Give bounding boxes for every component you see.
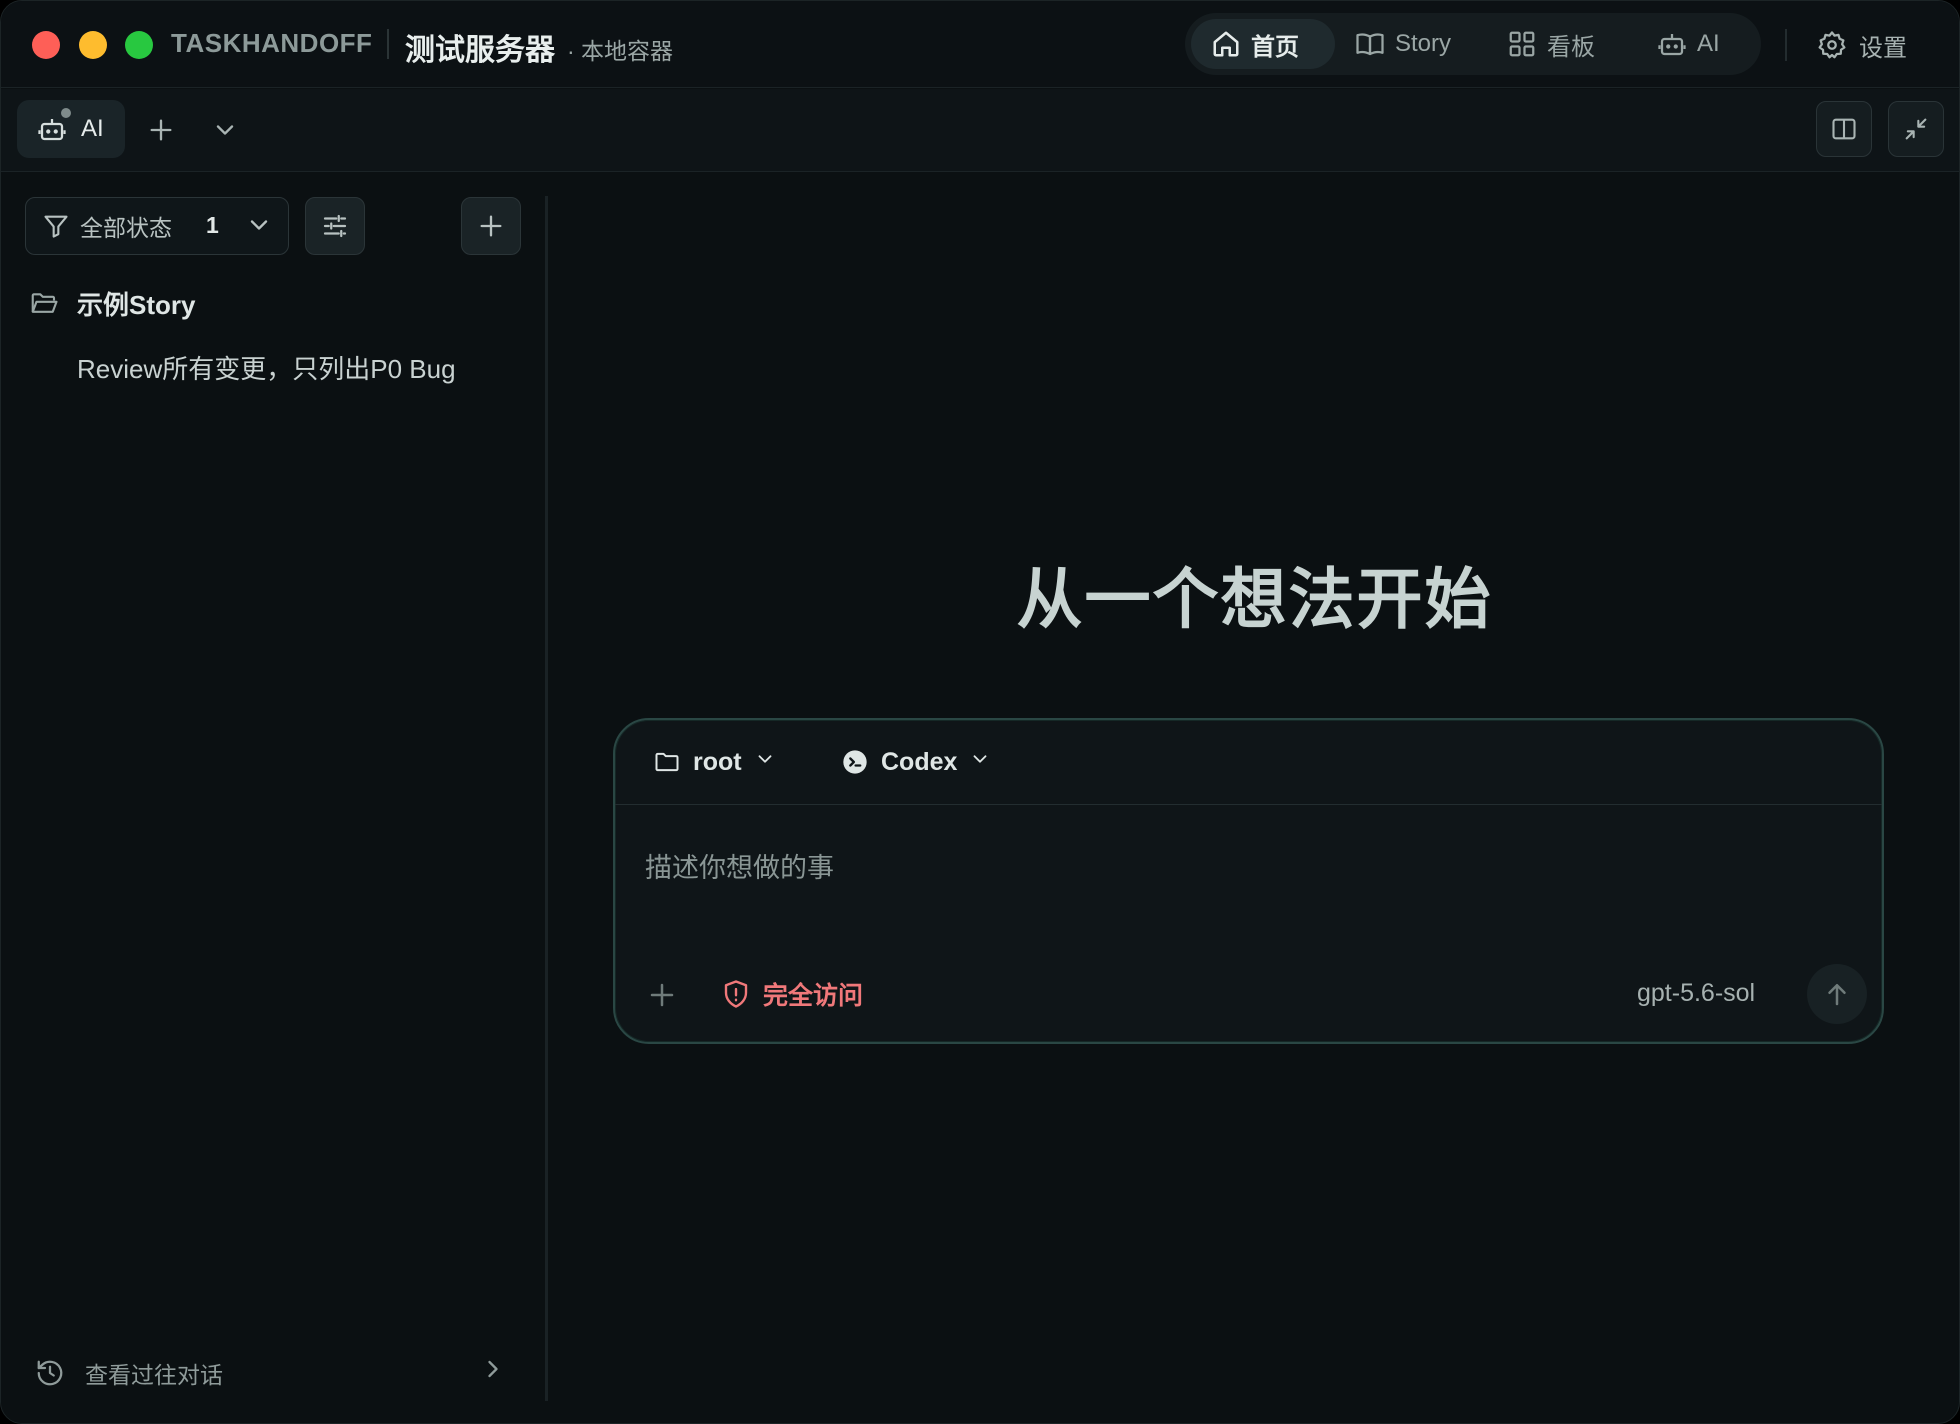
app-window: TASKHANDOFF 测试服务器 · 本地容器 首页 Story 看板 AI (0, 0, 1960, 1424)
tab-ai-label: AI (81, 115, 104, 142)
grid-icon (1509, 31, 1535, 57)
hero-title: 从一个想法开始 (1016, 562, 1493, 636)
minimize-window-button[interactable] (79, 31, 107, 59)
tab-ai[interactable]: AI (17, 100, 125, 158)
codex-icon (843, 750, 867, 774)
chevron-down-icon (250, 220, 268, 230)
story-group-label: 示例Story (77, 289, 196, 320)
folder-icon (655, 752, 679, 772)
folder-selector[interactable]: root (653, 740, 776, 784)
sidebar: 全部状态 1 示例Story Review所有变更，只列出P0 Bug 查看过往… (1, 173, 545, 1423)
chevron-down-icon (216, 125, 234, 135)
story-group[interactable]: 示例Story (29, 283, 195, 323)
filter-label: 全部状态 (80, 215, 172, 241)
access-mode-button[interactable]: 完全访问 (721, 974, 863, 1014)
nav-ai-label: AI (1697, 30, 1720, 57)
prompt-input[interactable] (645, 828, 1845, 908)
settings-button[interactable]: 设置 (1817, 23, 1907, 67)
plus-icon (150, 119, 172, 141)
plus-icon (480, 215, 502, 237)
history-link[interactable]: 查看过往对话 (35, 1353, 515, 1393)
collapse-button[interactable] (1888, 101, 1944, 157)
main-nav: 首页 Story 看板 AI (1185, 13, 1761, 75)
add-story-button[interactable] (461, 197, 521, 255)
agent-selector[interactable]: Codex (841, 740, 991, 784)
story-list-item[interactable]: Review所有变更，只列出P0 Bug (77, 349, 456, 386)
send-button[interactable] (1807, 964, 1867, 1024)
nav-home-label: 首页 (1251, 33, 1299, 61)
nav-story[interactable]: Story (1335, 19, 1475, 69)
status-dot (59, 106, 73, 120)
chevron-right-icon (488, 1360, 498, 1378)
title-divider (387, 29, 389, 59)
filter-settings-button[interactable] (305, 197, 365, 255)
filter-count: 1 (206, 212, 219, 238)
nav-home[interactable]: 首页 (1191, 19, 1335, 69)
chevron-down-icon (754, 748, 776, 777)
composer: root Codex 完全访问 gpt-5.6-sol (613, 718, 1884, 1044)
gear-icon (1818, 31, 1846, 59)
nav-board-label: 看板 (1547, 33, 1595, 61)
agent-selector-label: Codex (881, 747, 958, 776)
tab-menu-button[interactable] (208, 113, 242, 147)
split-view-button[interactable] (1816, 101, 1872, 157)
tab-bar: AI (1, 89, 1959, 172)
access-mode-label: 完全访问 (763, 982, 864, 1010)
title-bar: TASKHANDOFF 测试服务器 · 本地容器 首页 Story 看板 AI (1, 1, 1959, 88)
close-window-button[interactable] (32, 31, 60, 59)
status-filter-dropdown[interactable]: 全部状态 1 (25, 197, 289, 255)
history-label: 查看过往对话 (85, 1362, 223, 1388)
server-name: 测试服务器 (405, 34, 555, 67)
bot-icon (1658, 34, 1686, 56)
book-icon (1356, 33, 1384, 56)
chevron-down-icon (969, 748, 991, 777)
home-icon (1213, 31, 1239, 57)
maximize-window-button[interactable] (125, 31, 153, 59)
app-brand: TASKHANDOFF (171, 28, 373, 58)
folder-selector-label: root (693, 747, 742, 776)
history-chevron[interactable] (479, 1355, 507, 1388)
shield-icon (724, 980, 748, 1008)
filter-icon (44, 215, 68, 238)
sidebar-divider[interactable] (545, 196, 548, 1401)
nav-story-label: Story (1395, 30, 1452, 57)
nav-ai[interactable]: AI (1637, 19, 1747, 69)
minimize-arrows-icon (1905, 118, 1927, 140)
arrow-up-icon (1828, 984, 1846, 1006)
history-icon (37, 1360, 63, 1386)
composer-toolbar: root Codex (615, 720, 1882, 805)
server-subtitle: · 本地容器 (567, 38, 674, 64)
folder-open-icon (31, 293, 58, 313)
model-selector[interactable]: gpt-5.6-sol (1637, 979, 1755, 1008)
ai-tab-icon-wrap (37, 106, 73, 144)
title-divider-right (1785, 29, 1787, 61)
new-tab-button[interactable] (144, 113, 178, 147)
sliders-icon (323, 214, 347, 238)
split-panel-icon (1832, 118, 1856, 140)
nav-board[interactable]: 看板 (1487, 19, 1617, 69)
attach-button[interactable] (645, 978, 679, 1012)
settings-label: 设置 (1859, 34, 1907, 62)
plus-icon (650, 983, 674, 1007)
